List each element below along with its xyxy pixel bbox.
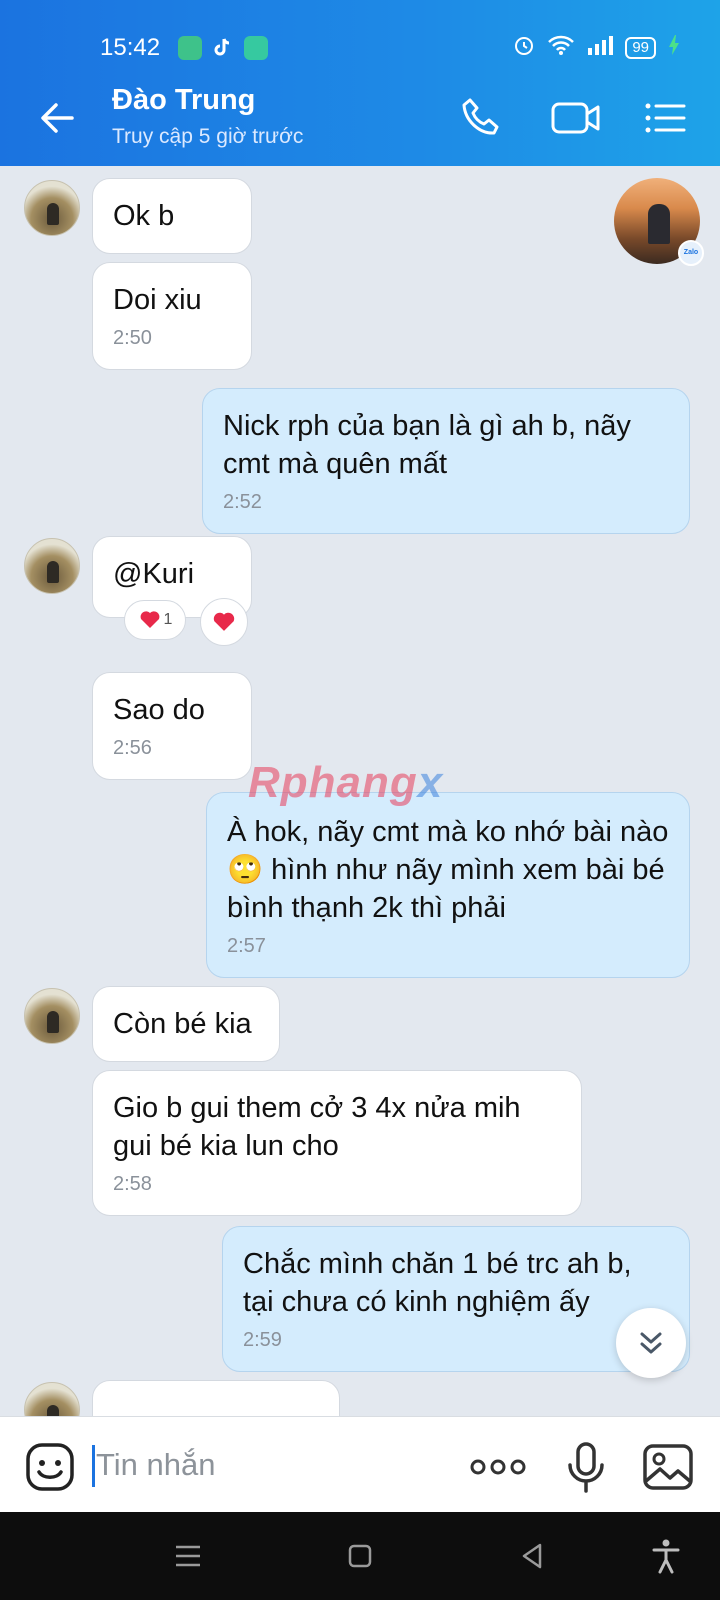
wifi-icon: [547, 34, 575, 62]
message-text: Còn bé kia: [113, 1008, 252, 1040]
reaction-count: 1: [163, 611, 173, 628]
heart-icon: [138, 607, 162, 634]
list-menu-icon: [645, 103, 686, 133]
avatar[interactable]: [24, 538, 80, 594]
avatar[interactable]: [24, 180, 80, 236]
phone-icon: [462, 98, 499, 135]
app-notification-icon: [178, 36, 202, 60]
message-input[interactable]: [96, 1439, 436, 1491]
reaction-summary[interactable]: 1: [124, 600, 186, 640]
react-button[interactable]: [200, 598, 248, 646]
chat-messages[interactable]: Zalo Ok b Doi xiu 2:50 Nick rph của bạn …: [0, 166, 720, 1416]
message-time: 2:57: [227, 935, 266, 957]
message-composer: [0, 1416, 720, 1512]
home-button[interactable]: [340, 1536, 380, 1576]
more-dots-icon: [470, 1459, 526, 1475]
status-indicators: 99: [513, 34, 680, 62]
message-bubble[interactable]: Nick rph của bạn là gì ah b, nãy cmt mà …: [202, 388, 690, 534]
message-time: 2:52: [223, 491, 262, 513]
message-time: 2:59: [243, 1329, 282, 1351]
recent-apps-button[interactable]: [168, 1536, 208, 1576]
watermark-main: Rphang: [248, 758, 418, 807]
message-text: Sao do: [113, 694, 205, 726]
alarm-icon: [513, 34, 535, 62]
message-bubble[interactable]: Sao do 2:56: [92, 672, 252, 780]
accessibility-button[interactable]: [646, 1536, 686, 1576]
message-time: 2:56: [113, 737, 152, 759]
video-camera-icon: [551, 102, 600, 134]
tiktok-icon: [210, 36, 234, 60]
double-chevron-down-icon: [640, 1332, 662, 1354]
message-text: Ok b: [113, 200, 175, 232]
chat-app-icon: [244, 36, 268, 60]
avatar[interactable]: [24, 988, 80, 1044]
status-time: 15:42: [100, 34, 161, 61]
charging-icon: [668, 34, 680, 62]
message-text: Chắc mình chăn 1 bé trc ah b, tại chưa c…: [243, 1248, 632, 1318]
back-button[interactable]: [34, 94, 82, 142]
back-nav-button[interactable]: [512, 1536, 552, 1576]
chat-header: Đào Trung Truy cập 5 giờ trước: [0, 70, 720, 166]
message-text: @Kuri: [113, 558, 195, 590]
message-time: 2:58: [113, 1173, 152, 1195]
zalo-badge: Zalo: [678, 240, 704, 266]
text-cursor: [92, 1445, 95, 1487]
arrow-left-icon: [41, 103, 74, 133]
avatar[interactable]: [24, 1382, 80, 1416]
message-time: 2:50: [113, 327, 152, 349]
message-text: Gio b gui them cở 3 4x nửa mih gui bé ki…: [113, 1092, 521, 1162]
message-bubble[interactable]: Ok b: [92, 178, 252, 254]
triangle-back-icon: [522, 1543, 542, 1569]
message-bubble[interactable]: Còn bé kia: [92, 986, 280, 1062]
message-text: Nick rph của bạn là gì ah b, nãy cmt mà …: [223, 410, 631, 480]
message-bubble[interactable]: À hok, nãy cmt mà ko nhớ bài nào 🙄 hình …: [206, 792, 690, 978]
avatar-silhouette: [648, 204, 670, 244]
message-text: À hok, nãy cmt mà ko nhớ bài nào 🙄 hình …: [227, 816, 669, 924]
scroll-to-bottom-button[interactable]: [616, 1308, 686, 1378]
message-bubble[interactable]: Doi xiu 2:50: [92, 262, 252, 370]
square-icon: [348, 1544, 372, 1568]
watermark-suffix: x: [417, 758, 444, 807]
watermark: Rphangx: [248, 758, 443, 808]
message-text: Doi xiu: [113, 284, 202, 316]
voice-message-button[interactable]: [560, 1441, 612, 1493]
more-options-button[interactable]: [470, 1441, 526, 1493]
menu-lines-icon: [176, 1545, 200, 1567]
battery-level: 99: [625, 37, 656, 59]
contact-name[interactable]: Đào Trung: [112, 84, 255, 117]
image-icon: [643, 1444, 693, 1490]
video-call-button[interactable]: [550, 94, 600, 142]
contact-last-seen: Truy cập 5 giờ trước: [112, 125, 304, 148]
system-nav-bar: [0, 1512, 720, 1600]
emoji-icon: [26, 1443, 74, 1491]
seen-avatar: Zalo: [614, 178, 704, 266]
accessibility-icon: [652, 1539, 680, 1574]
sticker-button[interactable]: [24, 1441, 76, 1493]
signal-icon: [587, 34, 614, 62]
message-bubble[interactable]: Gio b gui them cở 3 4x nửa mih gui bé ki…: [92, 1070, 582, 1216]
microphone-icon: [568, 1442, 604, 1493]
call-button[interactable]: [456, 94, 504, 142]
status-bar: 15:42 99: [0, 0, 720, 70]
options-menu-button[interactable]: [640, 94, 688, 142]
heart-icon: [211, 608, 237, 637]
send-image-button[interactable]: [642, 1441, 694, 1493]
message-bubble[interactable]: [92, 1380, 340, 1416]
